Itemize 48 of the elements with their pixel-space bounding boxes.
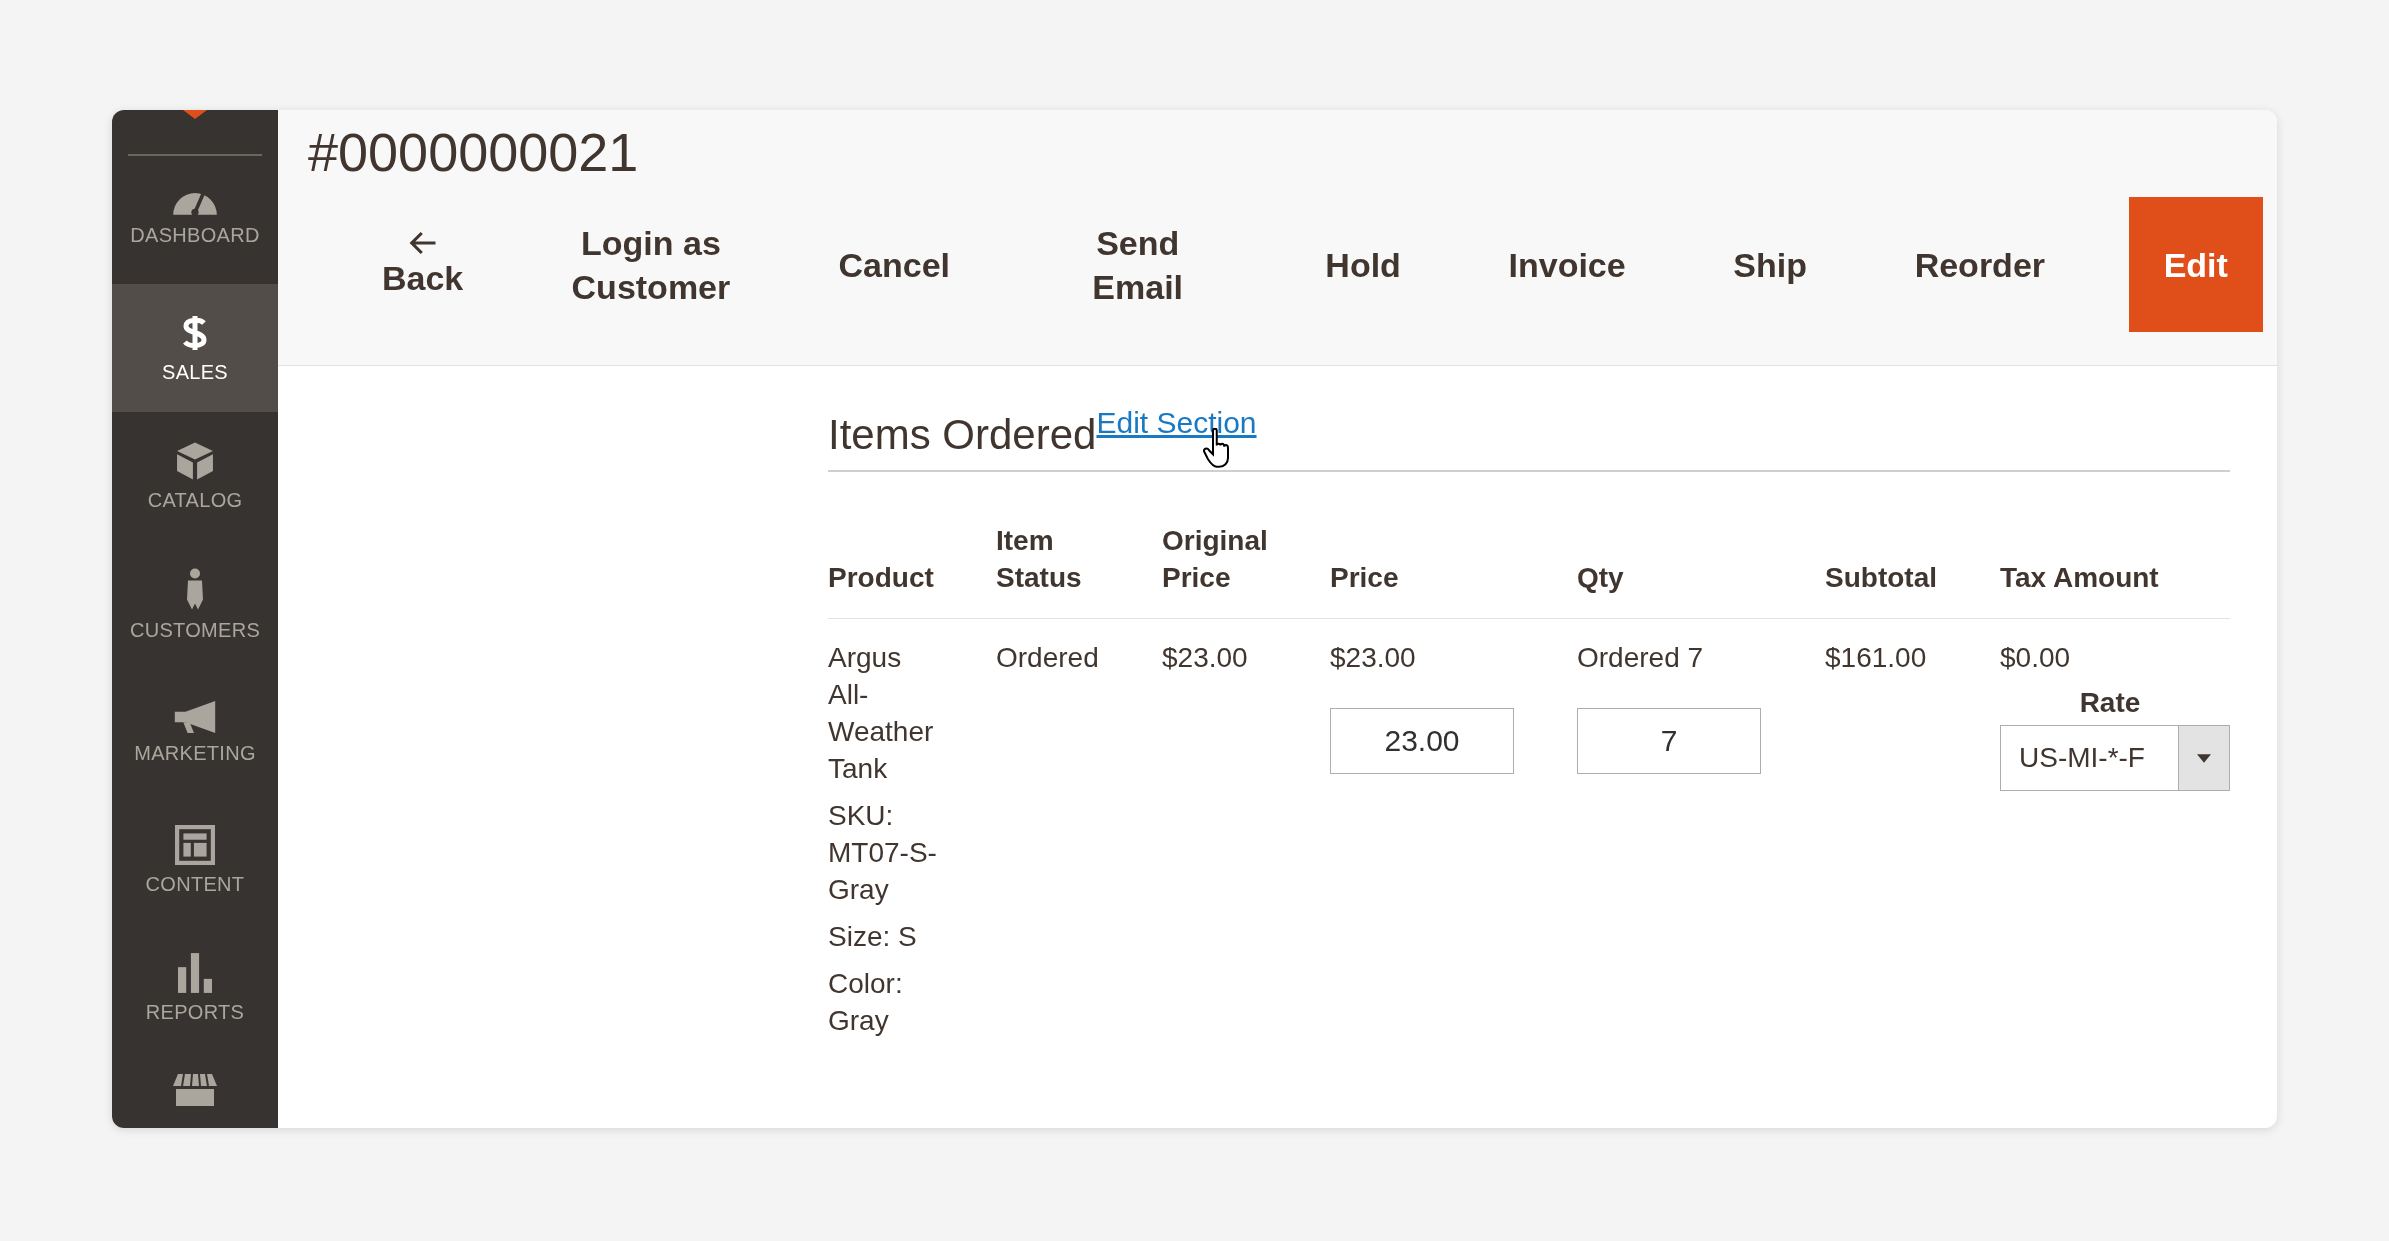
sidebar-item[interactable]: CATALOG (112, 412, 278, 540)
toolbar-button[interactable]: Ship (1709, 222, 1831, 307)
caret-icon (2197, 753, 2211, 763)
back-button[interactable]: Back (358, 209, 488, 320)
price-input[interactable]: 23.00 (1330, 708, 1514, 774)
rate-label: Rate (2078, 686, 2142, 720)
product-option: Size: S (828, 918, 946, 955)
column-header: Tax Amount (2000, 522, 2230, 619)
arrow-left-icon (407, 229, 438, 256)
column-header: Subtotal (1825, 522, 2000, 619)
gauge-icon (173, 193, 217, 216)
product-option: Color: Gray (828, 965, 946, 1039)
edit-button[interactable]: Edit (2128, 197, 2263, 332)
column-header: Price (1330, 522, 1577, 619)
sidebar-item[interactable]: CONTENT (112, 796, 278, 924)
toolbar-button[interactable]: Reorder (1890, 222, 2070, 307)
table-cell-text: Ordered 7 (1577, 641, 1705, 675)
edit-section-link[interactable]: Edit Section (1096, 406, 1257, 440)
sidebar-item[interactable]: MARKETING (112, 668, 278, 796)
table-cell: $161.00 (1825, 642, 1927, 673)
rate-select[interactable]: US-MI-*-F (2000, 725, 2230, 791)
table-cell-text: $0.00 (2000, 641, 2072, 675)
sidebar-item[interactable]: CUSTOMERS (112, 540, 278, 668)
toolbar-button[interactable]: Login as Customer (546, 200, 755, 329)
toolbar-button[interactable]: Hold (1301, 222, 1425, 307)
megaphone-icon (173, 699, 217, 734)
table-cell: $23.00 (1162, 642, 1248, 673)
page-title: #0000000021 (308, 121, 640, 184)
storefront-icon[interactable] (172, 1072, 218, 1106)
sidebar-item[interactable]: DASHBOARD (112, 156, 278, 284)
product-sku: SKU: MT07-S-Gray (828, 799, 938, 907)
product-name: Argus All-Weather Tank (828, 641, 935, 786)
column-header: Item Status (996, 522, 1162, 619)
sidebar-item[interactable]: REPORTS (112, 924, 278, 1052)
section-title: Items Ordered (828, 410, 1097, 460)
toolbar-button[interactable]: Send Email (1033, 200, 1242, 329)
qty-input[interactable]: 7 (1577, 708, 1761, 774)
table-cell-text: $23.00 (1330, 641, 1417, 675)
bar-chart-icon (178, 952, 212, 993)
column-header: Qty (1577, 522, 1825, 619)
toolbar-button[interactable]: Invoice (1484, 222, 1650, 307)
layout-icon (175, 824, 215, 865)
column-header: Product (828, 522, 996, 619)
table-cell: Ordered (996, 642, 1099, 673)
sidebar-item[interactable]: SALES (112, 284, 278, 412)
toolbar-button[interactable]: Cancel (814, 222, 975, 307)
box-icon (176, 440, 214, 481)
column-header: Original Price (1162, 522, 1330, 619)
